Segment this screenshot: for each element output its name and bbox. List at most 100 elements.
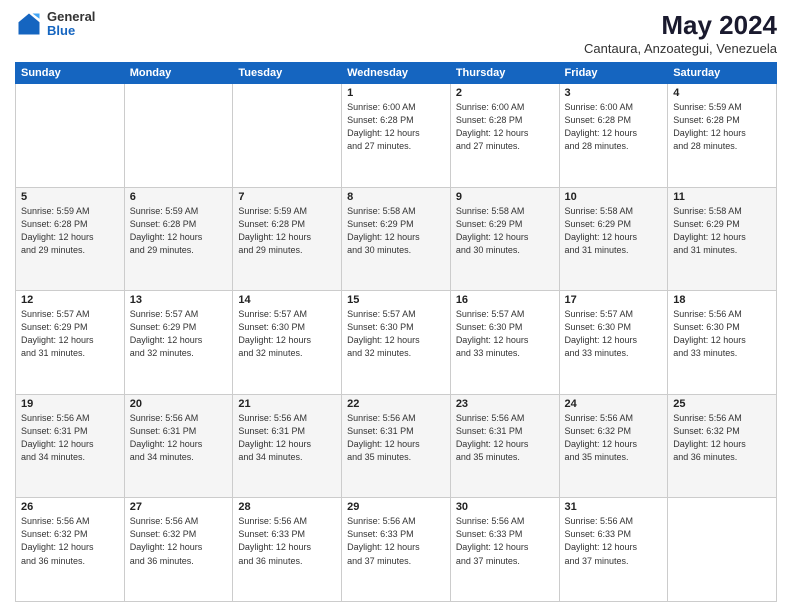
day-number: 26 [21, 501, 119, 513]
calendar-cell-w3-d3: 14Sunrise: 5:57 AMSunset: 6:30 PMDayligh… [233, 291, 342, 395]
day-number: 1 [347, 87, 445, 99]
day-number: 9 [456, 191, 554, 203]
col-monday: Monday [124, 63, 233, 84]
week-row-2: 5 Sunrise: 5:59 AMSunset: 6:28 PMDaylight… [16, 187, 777, 291]
col-saturday: Saturday [668, 63, 777, 84]
day-number: 16 [456, 294, 554, 306]
day-info: Sunrise: 5:56 AMSunset: 6:30 PMDaylight:… [673, 308, 771, 360]
logo-blue: Blue [47, 24, 95, 38]
day-number: 8 [347, 191, 445, 203]
day-number: 21 [238, 398, 336, 410]
calendar-cell-w1-d7: 4 Sunrise: 5:59 AMSunset: 6:28 PMDaylight… [668, 84, 777, 188]
day-info: Sunrise: 5:57 AMSunset: 6:30 PMDaylight:… [456, 308, 554, 360]
day-info: Sunrise: 5:59 AMSunset: 6:28 PMDaylight:… [673, 101, 771, 153]
calendar-cell-w2-d1: 5 Sunrise: 5:59 AMSunset: 6:28 PMDaylight… [16, 187, 125, 291]
day-info: Sunrise: 5:57 AMSunset: 6:29 PMDaylight:… [130, 308, 228, 360]
calendar-table: Sunday Monday Tuesday Wednesday Thursday… [15, 62, 777, 602]
calendar-cell-w1-d4: 1 Sunrise: 6:00 AMSunset: 6:28 PMDaylight… [342, 84, 451, 188]
day-info: Sunrise: 5:58 AMSunset: 6:29 PMDaylight:… [565, 205, 663, 257]
day-number: 3 [565, 87, 663, 99]
calendar-cell-w3-d4: 15 Sunrise: 5:57 AMSunset: 6:30 PMDayligh… [342, 291, 451, 395]
week-row-1: 1 Sunrise: 6:00 AMSunset: 6:28 PMDaylight… [16, 84, 777, 188]
day-info: Sunrise: 5:59 AMSunset: 6:28 PMDaylight:… [21, 205, 119, 257]
subtitle: Cantaura, Anzoategui, Venezuela [584, 41, 777, 56]
logo: General Blue [15, 10, 95, 39]
day-number: 17 [565, 294, 663, 306]
calendar-cell-w5-d3: 28 Sunrise: 5:56 AMSunset: 6:33 PMDayligh… [233, 498, 342, 602]
col-wednesday: Wednesday [342, 63, 451, 84]
day-number: 31 [565, 501, 663, 513]
day-info: Sunrise: 5:57 AMSunset: 6:30 PMDaylight:… [347, 308, 445, 360]
calendar-cell-w4-d1: 19 Sunrise: 5:56 AMSunset: 6:31 PMDayligh… [16, 394, 125, 498]
day-number: 29 [347, 501, 445, 513]
day-number: 5 [21, 191, 119, 203]
day-number: 14 [238, 294, 336, 306]
calendar-cell-w3-d6: 17 Sunrise: 5:57 AMSunset: 6:30 PMDayligh… [559, 291, 668, 395]
calendar-cell-w4-d3: 21Sunrise: 5:56 AMSunset: 6:31 PMDayligh… [233, 394, 342, 498]
day-info: Sunrise: 5:59 AMSunset: 6:28 PMDaylight:… [238, 205, 336, 257]
calendar-cell-w1-d6: 3 Sunrise: 6:00 AMSunset: 6:28 PMDaylight… [559, 84, 668, 188]
day-info: Sunrise: 5:56 AMSunset: 6:32 PMDaylight:… [130, 515, 228, 567]
logo-general: General [47, 10, 95, 24]
day-info: Sunrise: 5:56 AMSunset: 6:33 PMDaylight:… [238, 515, 336, 567]
col-sunday: Sunday [16, 63, 125, 84]
day-number: 23 [456, 398, 554, 410]
day-info: Sunrise: 5:56 AMSunset: 6:33 PMDaylight:… [347, 515, 445, 567]
calendar-cell-w3-d7: 18Sunrise: 5:56 AMSunset: 6:30 PMDayligh… [668, 291, 777, 395]
title-block: May 2024 Cantaura, Anzoategui, Venezuela [584, 10, 777, 56]
calendar-cell-w5-d4: 29 Sunrise: 5:56 AMSunset: 6:33 PMDayligh… [342, 498, 451, 602]
calendar-cell-w5-d1: 26 Sunrise: 5:56 AMSunset: 6:32 PMDayligh… [16, 498, 125, 602]
calendar-cell-w4-d4: 22 Sunrise: 5:56 AMSunset: 6:31 PMDayligh… [342, 394, 451, 498]
calendar-cell-w3-d1: 12 Sunrise: 5:57 AMSunset: 6:29 PMDayligh… [16, 291, 125, 395]
day-number: 28 [238, 501, 336, 513]
day-number: 15 [347, 294, 445, 306]
day-number: 22 [347, 398, 445, 410]
col-thursday: Thursday [450, 63, 559, 84]
day-number: 30 [456, 501, 554, 513]
day-info: Sunrise: 5:56 AMSunset: 6:33 PMDaylight:… [565, 515, 663, 567]
day-info: Sunrise: 5:57 AMSunset: 6:29 PMDaylight:… [21, 308, 119, 360]
col-friday: Friday [559, 63, 668, 84]
calendar-cell-w2-d3: 7 Sunrise: 5:59 AMSunset: 6:28 PMDaylight… [233, 187, 342, 291]
day-info: Sunrise: 6:00 AMSunset: 6:28 PMDaylight:… [565, 101, 663, 153]
day-info: Sunrise: 5:58 AMSunset: 6:29 PMDaylight:… [673, 205, 771, 257]
day-number: 19 [21, 398, 119, 410]
day-info: Sunrise: 5:57 AMSunset: 6:30 PMDaylight:… [565, 308, 663, 360]
calendar-cell-w5-d7 [668, 498, 777, 602]
calendar-cell-w5-d2: 27 Sunrise: 5:56 AMSunset: 6:32 PMDayligh… [124, 498, 233, 602]
day-number: 6 [130, 191, 228, 203]
day-info: Sunrise: 6:00 AMSunset: 6:28 PMDaylight:… [456, 101, 554, 153]
calendar-cell-w3-d2: 13Sunrise: 5:57 AMSunset: 6:29 PMDayligh… [124, 291, 233, 395]
day-info: Sunrise: 5:59 AMSunset: 6:28 PMDaylight:… [130, 205, 228, 257]
calendar-header-row: Sunday Monday Tuesday Wednesday Thursday… [16, 63, 777, 84]
day-info: Sunrise: 5:58 AMSunset: 6:29 PMDaylight:… [347, 205, 445, 257]
day-number: 7 [238, 191, 336, 203]
day-info: Sunrise: 5:56 AMSunset: 6:33 PMDaylight:… [456, 515, 554, 567]
day-info: Sunrise: 5:56 AMSunset: 6:31 PMDaylight:… [456, 412, 554, 464]
day-number: 4 [673, 87, 771, 99]
day-number: 2 [456, 87, 554, 99]
week-row-4: 19 Sunrise: 5:56 AMSunset: 6:31 PMDayligh… [16, 394, 777, 498]
day-info: Sunrise: 5:56 AMSunset: 6:31 PMDaylight:… [21, 412, 119, 464]
calendar-cell-w1-d2 [124, 84, 233, 188]
day-info: Sunrise: 5:58 AMSunset: 6:29 PMDaylight:… [456, 205, 554, 257]
day-number: 24 [565, 398, 663, 410]
logo-text: General Blue [47, 10, 95, 39]
week-row-5: 26 Sunrise: 5:56 AMSunset: 6:32 PMDayligh… [16, 498, 777, 602]
day-number: 20 [130, 398, 228, 410]
calendar-cell-w1-d5: 2 Sunrise: 6:00 AMSunset: 6:28 PMDaylight… [450, 84, 559, 188]
calendar-cell-w2-d6: 10 Sunrise: 5:58 AMSunset: 6:29 PMDayligh… [559, 187, 668, 291]
day-number: 12 [21, 294, 119, 306]
day-info: Sunrise: 5:56 AMSunset: 6:31 PMDaylight:… [347, 412, 445, 464]
calendar-cell-w3-d5: 16 Sunrise: 5:57 AMSunset: 6:30 PMDayligh… [450, 291, 559, 395]
main-title: May 2024 [584, 10, 777, 41]
calendar-cell-w4-d6: 24Sunrise: 5:56 AMSunset: 6:32 PMDayligh… [559, 394, 668, 498]
calendar-cell-w1-d3 [233, 84, 342, 188]
day-info: Sunrise: 5:56 AMSunset: 6:32 PMDaylight:… [21, 515, 119, 567]
calendar-cell-w2-d4: 8 Sunrise: 5:58 AMSunset: 6:29 PMDaylight… [342, 187, 451, 291]
day-number: 10 [565, 191, 663, 203]
calendar-cell-w2-d5: 9 Sunrise: 5:58 AMSunset: 6:29 PMDaylight… [450, 187, 559, 291]
day-info: Sunrise: 6:00 AMSunset: 6:28 PMDaylight:… [347, 101, 445, 153]
day-number: 27 [130, 501, 228, 513]
calendar-cell-w4-d2: 20Sunrise: 5:56 AMSunset: 6:31 PMDayligh… [124, 394, 233, 498]
